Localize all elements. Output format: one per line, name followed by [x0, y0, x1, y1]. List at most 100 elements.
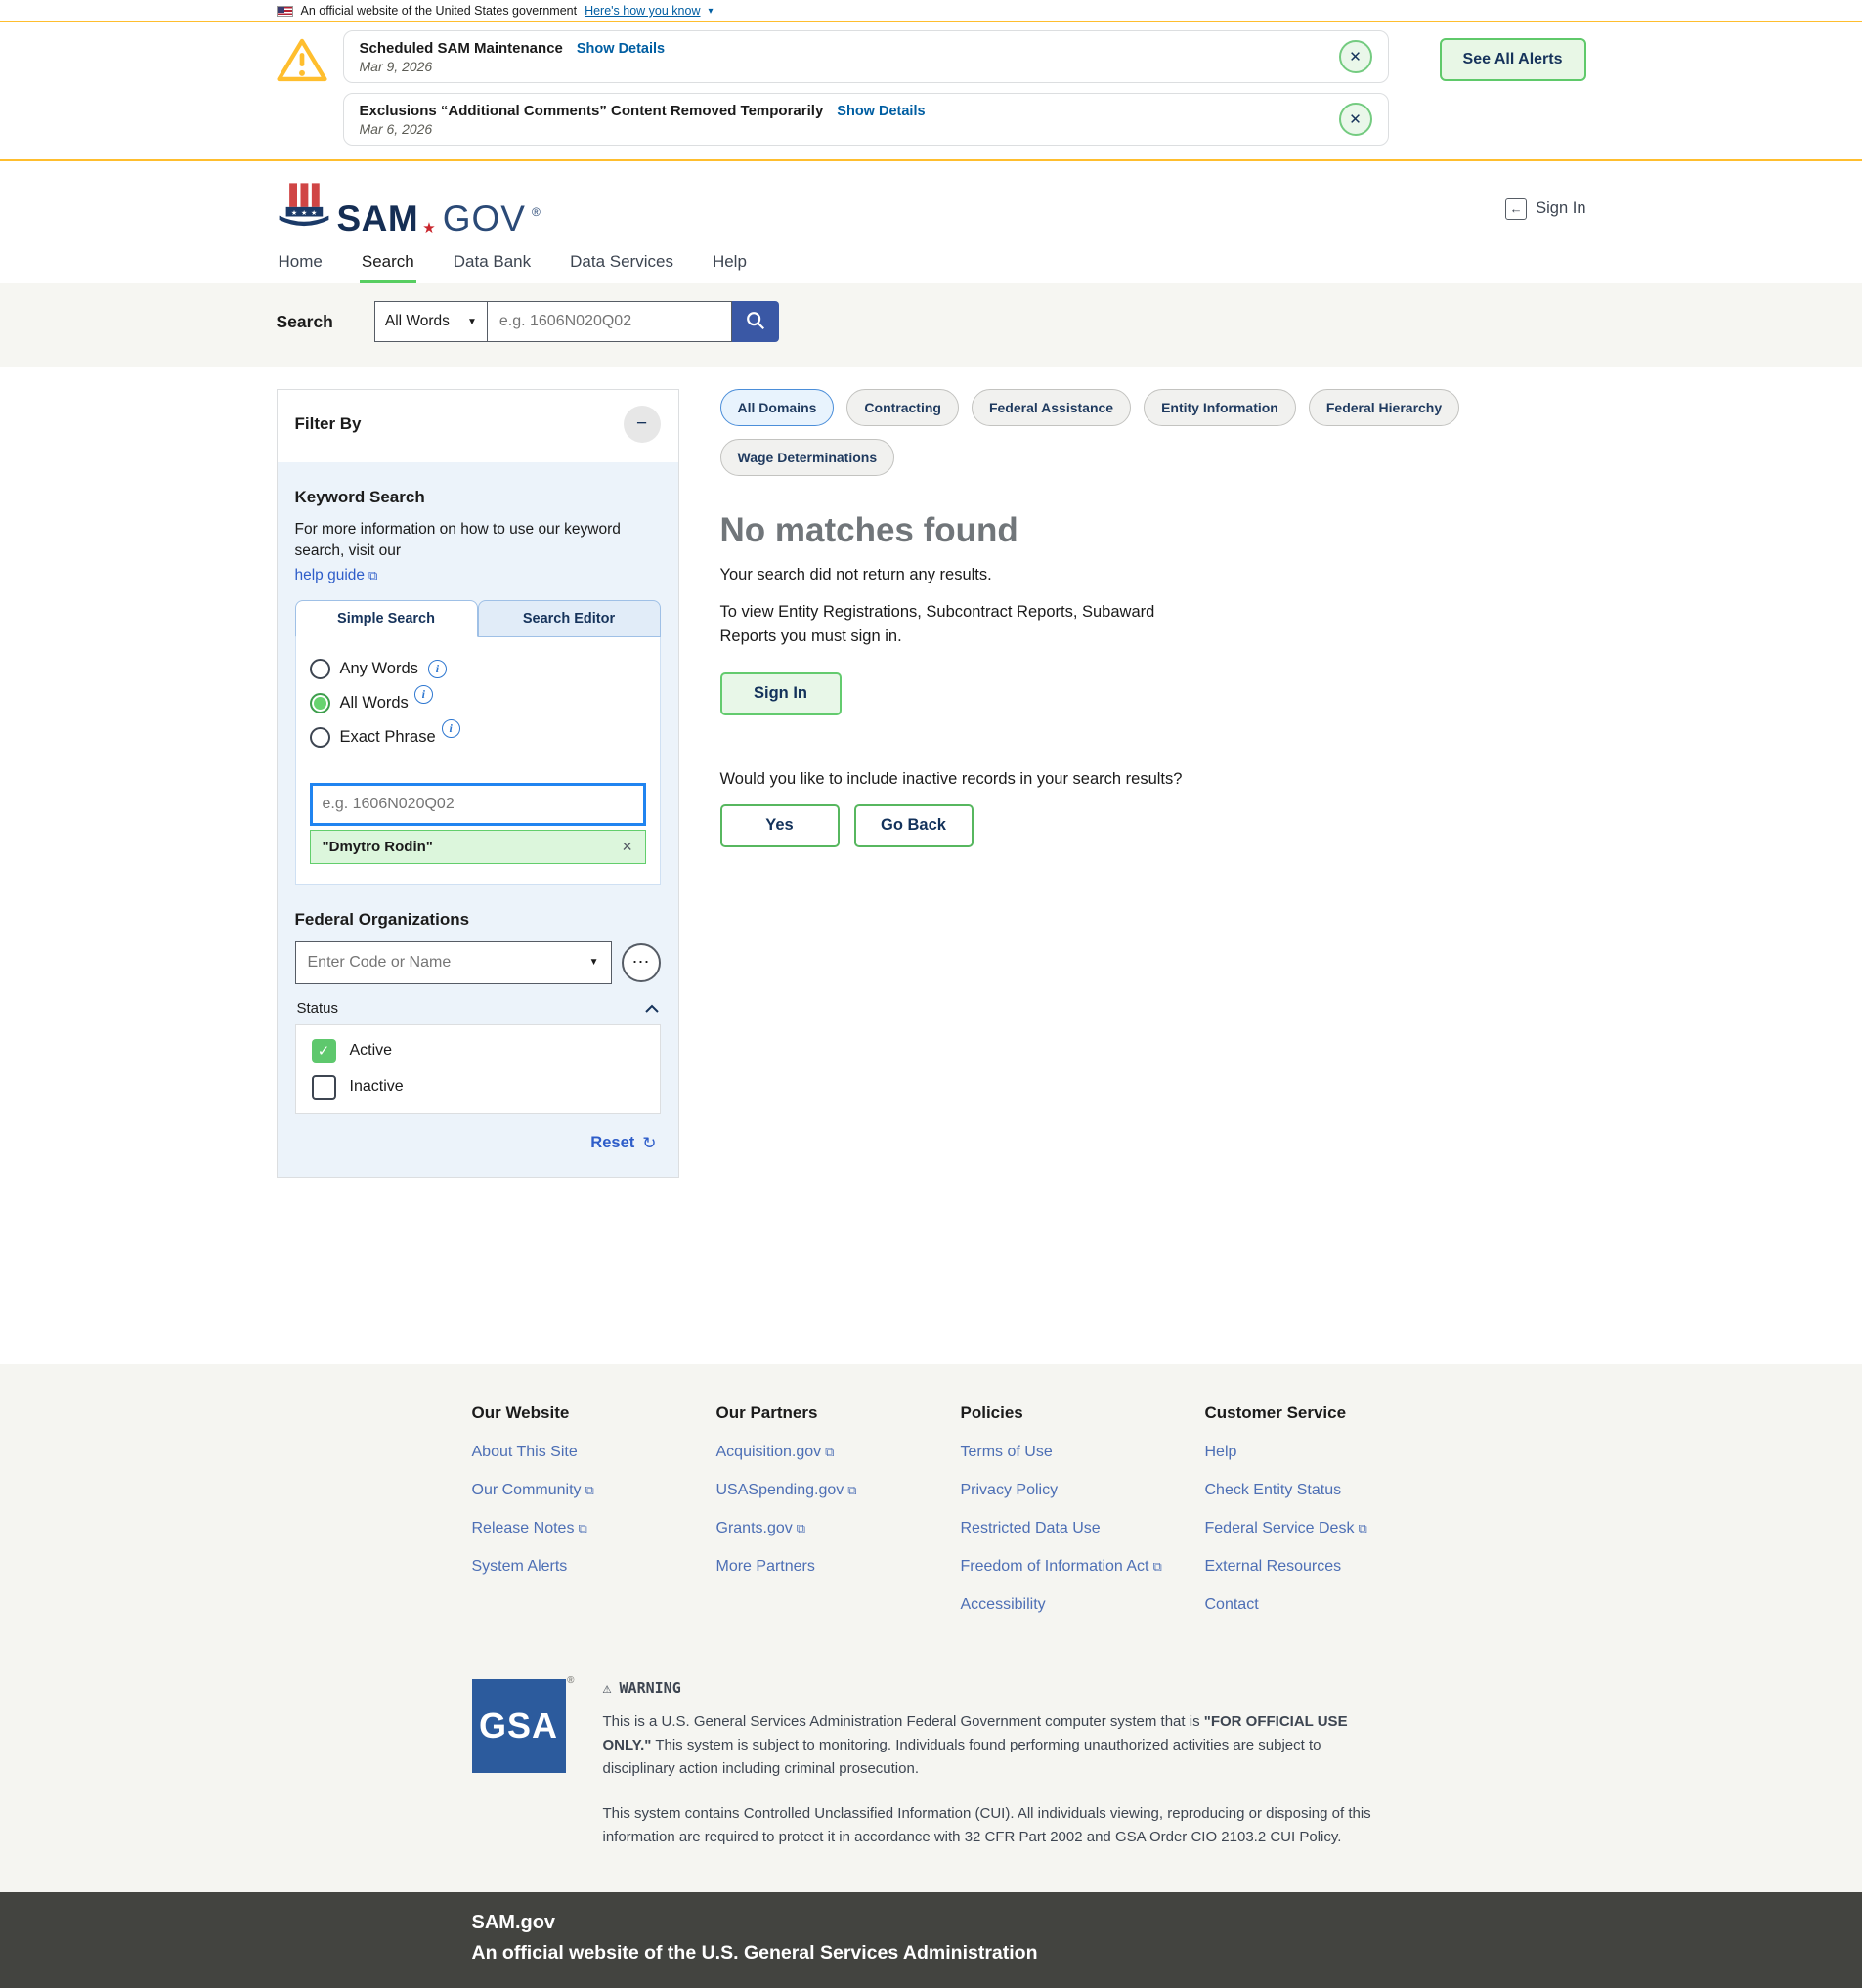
- footer-link[interactable]: Acquisition.gov⧉: [716, 1444, 961, 1461]
- pill-federal-assistance[interactable]: Federal Assistance: [972, 389, 1131, 426]
- footer-link[interactable]: Help: [1205, 1444, 1450, 1461]
- remove-chip-icon[interactable]: ✕: [622, 839, 633, 855]
- alert-item: Scheduled SAM Maintenance Show Details M…: [343, 30, 1389, 83]
- footer-heading: Policies: [961, 1404, 1205, 1423]
- domain-filter-pills: All Domains Contracting Federal Assistan…: [720, 389, 1586, 476]
- pill-contracting[interactable]: Contracting: [846, 389, 959, 426]
- radio-all-words[interactable]: All Words i: [310, 693, 646, 713]
- how-you-know-link[interactable]: Here's how you know: [585, 4, 700, 18]
- show-details-link[interactable]: Show Details: [577, 41, 665, 57]
- tab-simple-search[interactable]: Simple Search: [295, 600, 478, 637]
- logo-gov-text: GOV: [443, 200, 526, 237]
- keyword-input[interactable]: [310, 783, 646, 826]
- nav-data-bank[interactable]: Data Bank: [452, 246, 533, 283]
- svg-text:★: ★: [311, 209, 317, 217]
- footer-heading: Customer Service: [1205, 1404, 1450, 1423]
- nav-search[interactable]: Search: [360, 246, 416, 283]
- close-alert-button[interactable]: ✕: [1339, 40, 1372, 73]
- checkbox-active[interactable]: ✓ Active: [312, 1039, 644, 1063]
- more-options-button[interactable]: ⋯: [622, 943, 661, 982]
- tab-search-editor[interactable]: Search Editor: [478, 600, 661, 637]
- radio-exact-phrase[interactable]: Exact Phrase i: [310, 727, 646, 748]
- footer-link[interactable]: More Partners: [716, 1558, 961, 1576]
- keyword-chip: "Dmytro Rodin" ✕: [310, 830, 646, 864]
- external-link-icon: ⧉: [1152, 1559, 1161, 1574]
- refresh-icon: ↻: [642, 1134, 656, 1153]
- nav-help[interactable]: Help: [711, 246, 749, 283]
- minus-icon: −: [636, 413, 647, 435]
- footer-link[interactable]: Our Community⧉: [472, 1482, 716, 1499]
- pill-federal-hierarchy[interactable]: Federal Hierarchy: [1309, 389, 1459, 426]
- footer-link[interactable]: Federal Service Desk⧉: [1205, 1520, 1450, 1537]
- help-guide-link[interactable]: help guide⧉: [295, 567, 378, 584]
- radio-any-words[interactable]: Any Words i: [310, 659, 646, 679]
- yes-button[interactable]: Yes: [720, 804, 840, 847]
- sign-in-link[interactable]: ← Sign In: [1505, 198, 1585, 220]
- status-label: Status: [297, 1000, 339, 1016]
- keyword-search-info: For more information on how to use our k…: [295, 519, 661, 563]
- info-icon[interactable]: i: [428, 660, 447, 678]
- footer-col-our-website: Our Website About This Site Our Communit…: [472, 1404, 716, 1634]
- sam-gov-logo[interactable]: ★ ★ ★ SAM ★ GOV ®: [277, 181, 541, 237]
- filter-panel: Filter By − Keyword Search For more info…: [277, 389, 679, 1178]
- nav-home[interactable]: Home: [277, 246, 325, 283]
- gov-banner-text: An official website of the United States…: [301, 4, 578, 18]
- footer-link[interactable]: Terms of Use: [961, 1444, 1205, 1461]
- us-flag-icon: [277, 6, 293, 17]
- go-back-button[interactable]: Go Back: [854, 804, 974, 847]
- gsa-logo: GSA ®: [472, 1679, 566, 1773]
- footer-link[interactable]: Privacy Policy: [961, 1482, 1205, 1499]
- search-bar-section: Search All Words ▼: [0, 283, 1862, 367]
- footer-link[interactable]: About This Site: [472, 1444, 716, 1461]
- site-footer: Our Website About This Site Our Communit…: [0, 1364, 1862, 1892]
- federal-orgs-select[interactable]: Enter Code or Name ▼: [295, 941, 612, 984]
- footer-link[interactable]: USASpending.gov⧉: [716, 1482, 961, 1499]
- footer-link[interactable]: Freedom of Information Act⧉: [961, 1558, 1205, 1576]
- search-scope-select[interactable]: All Words ▼: [374, 301, 488, 342]
- close-alert-button[interactable]: ✕: [1339, 103, 1372, 136]
- footer-link[interactable]: Restricted Data Use: [961, 1520, 1205, 1537]
- alert-list: Scheduled SAM Maintenance Show Details M…: [343, 30, 1389, 146]
- external-link-icon: ⧉: [825, 1445, 834, 1459]
- gov-banner: An official website of the United States…: [0, 0, 1862, 22]
- results-area: All Domains Contracting Federal Assistan…: [720, 389, 1586, 847]
- footer-heading: Our Partners: [716, 1404, 961, 1423]
- footer-col-policies: Policies Terms of Use Privacy Policy Res…: [961, 1404, 1205, 1634]
- sign-in-button[interactable]: Sign In: [720, 672, 842, 715]
- logo-star-icon: ★: [422, 221, 435, 236]
- pill-wage-determinations[interactable]: Wage Determinations: [720, 439, 895, 476]
- status-section-toggle[interactable]: Status: [297, 1000, 659, 1016]
- show-details-link[interactable]: Show Details: [837, 104, 925, 119]
- filter-by-title: Filter By: [295, 414, 362, 434]
- footer-link[interactable]: Release Notes⧉: [472, 1520, 716, 1537]
- see-all-alerts-button[interactable]: See All Alerts: [1440, 38, 1586, 81]
- external-link-icon: ⧉: [797, 1521, 805, 1535]
- footer-link[interactable]: Check Entity Status: [1205, 1482, 1450, 1499]
- registered-mark: ®: [532, 205, 541, 219]
- nav-data-services[interactable]: Data Services: [568, 246, 675, 283]
- reset-filters-button[interactable]: Reset ↻: [299, 1134, 657, 1153]
- footer-link[interactable]: Grants.gov⧉: [716, 1520, 961, 1537]
- pill-all-domains[interactable]: All Domains: [720, 389, 835, 426]
- search-submit-button[interactable]: [732, 301, 779, 342]
- footer-link[interactable]: Contact: [1205, 1596, 1450, 1614]
- federal-orgs-placeholder: Enter Code or Name: [308, 954, 452, 972]
- search-input[interactable]: [488, 301, 732, 342]
- radio-button-unselected: [310, 659, 330, 679]
- footer-link[interactable]: System Alerts: [472, 1558, 716, 1576]
- info-icon[interactable]: i: [442, 719, 460, 738]
- footer-link[interactable]: Accessibility: [961, 1596, 1205, 1614]
- search-label: Search: [277, 312, 333, 332]
- footer-link[interactable]: External Resources: [1205, 1558, 1450, 1576]
- checkbox-inactive[interactable]: Inactive: [312, 1075, 644, 1100]
- warning-icon: ⚠: [603, 1679, 612, 1697]
- caret-down-icon: ▼: [467, 317, 477, 327]
- footer-site-name: SAM.gov: [472, 1912, 1586, 1934]
- pill-entity-information[interactable]: Entity Information: [1144, 389, 1296, 426]
- alert-title: Exclusions “Additional Comments” Content…: [360, 103, 824, 119]
- external-link-icon: ⧉: [578, 1521, 586, 1535]
- federal-orgs-heading: Federal Organizations: [295, 910, 661, 929]
- close-icon: ✕: [1349, 110, 1362, 128]
- info-icon[interactable]: i: [414, 685, 433, 704]
- collapse-filters-button[interactable]: −: [624, 406, 661, 443]
